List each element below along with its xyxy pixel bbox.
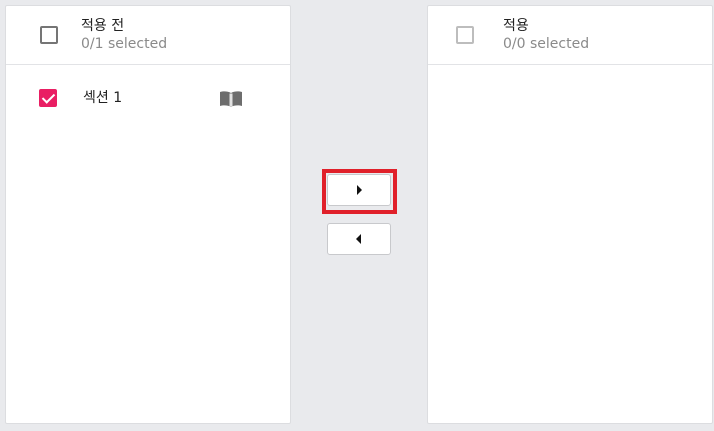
- arrow-left-icon: [356, 234, 361, 244]
- arrow-right-icon: [357, 185, 362, 195]
- source-list-title: 적용 전: [81, 18, 125, 34]
- item-checkbox[interactable]: [39, 89, 57, 107]
- item-label: 섹션 1: [83, 90, 123, 106]
- book-icon: [220, 91, 242, 107]
- source-select-all-checkbox[interactable]: [40, 26, 58, 44]
- target-select-all-checkbox[interactable]: [456, 26, 474, 44]
- source-list-header: 적용 전 0/1 selected: [6, 6, 290, 65]
- source-list-panel: 적용 전 0/1 selected 섹션 1: [5, 5, 291, 424]
- source-selected-count: 0/1 selected: [81, 36, 168, 52]
- target-list-header: 적용 0/0 selected: [428, 6, 712, 65]
- target-list-title: 적용: [503, 18, 529, 34]
- move-right-button[interactable]: [327, 174, 391, 206]
- list-item[interactable]: 섹션 1: [6, 84, 290, 110]
- target-selected-count: 0/0 selected: [503, 36, 590, 52]
- target-list-panel: 적용 0/0 selected: [427, 5, 713, 424]
- move-left-button[interactable]: [327, 223, 391, 255]
